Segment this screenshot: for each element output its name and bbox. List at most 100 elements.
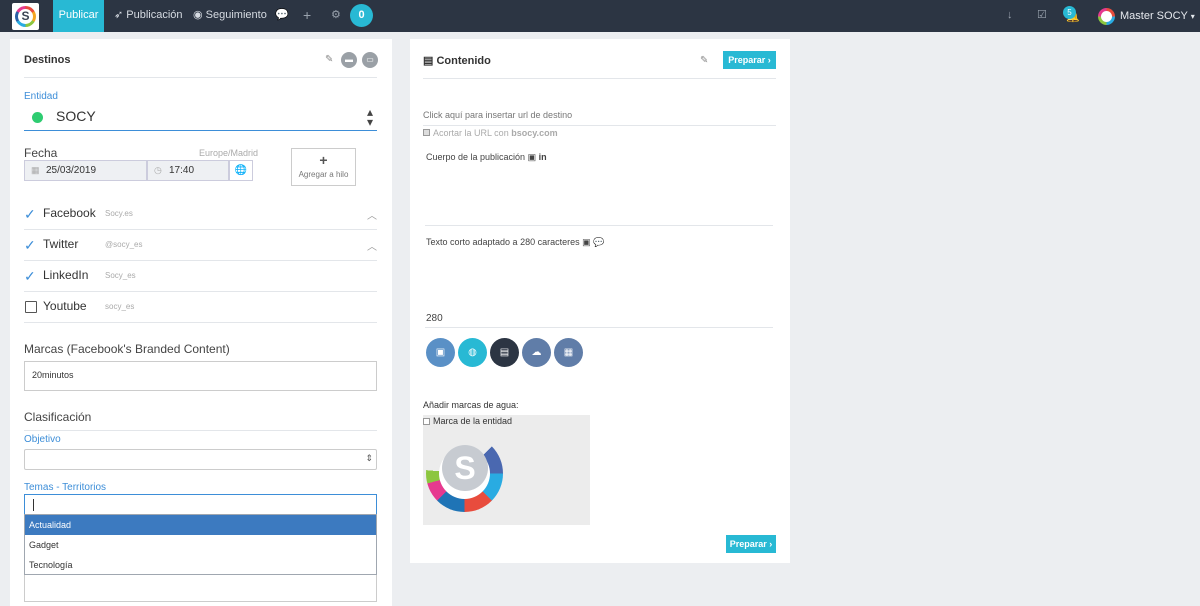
timezone-label: Europe/Madrid — [199, 148, 259, 158]
brands-value: 20minutos — [32, 370, 74, 380]
objective-label: Objetivo — [24, 434, 61, 445]
nav-publication-tab[interactable]: ➶ Publicación — [114, 0, 183, 32]
chevron-up-icon[interactable]: ︿ — [367, 207, 377, 222]
watermark-logo-letter: S — [442, 445, 488, 491]
dropdown-option[interactable]: Tecnología — [25, 555, 376, 575]
gallery-icon[interactable]: ▦ — [554, 338, 583, 367]
user-avatar[interactable] — [1098, 8, 1115, 25]
divider — [423, 78, 776, 79]
document-icon: ▤ — [423, 55, 434, 67]
nav-tracking-tab[interactable]: ◉ Seguimiento — [193, 0, 267, 32]
eraser-icon[interactable]: ✎ — [700, 55, 708, 66]
shorten-text: Acortar la URL con — [433, 128, 509, 138]
prepare-button-bottom[interactable]: Preparar › — [726, 535, 776, 553]
network-handle: @socy_es — [105, 240, 143, 249]
rocket-icon: ➶ — [114, 9, 124, 21]
dropdown-option[interactable]: Gadget — [25, 535, 376, 555]
entity-value: SOCY — [56, 108, 96, 124]
user-name-label: Master SOCY — [1120, 10, 1188, 22]
network-row-twitter[interactable]: ✓ Twitter @socy_es ︿ — [24, 230, 377, 261]
document-image-icon[interactable]: ▤ — [490, 338, 519, 367]
add-to-thread-button[interactable]: + Agregar a hilo — [291, 148, 356, 186]
logo-ring: S — [15, 6, 36, 27]
divider — [24, 77, 377, 78]
network-row-facebook[interactable]: ✓ Facebook Socy.es ︿ — [24, 199, 377, 230]
eraser-icon[interactable]: ✎ — [325, 54, 333, 65]
network-row-youtube[interactable]: Youtube socy_es — [24, 292, 377, 323]
nav-publication-label: Publicación — [126, 9, 183, 21]
nav-publish-tab[interactable]: Publicar — [53, 0, 104, 32]
checkbox-empty[interactable] — [25, 301, 37, 313]
network-handle: Socy.es — [105, 209, 133, 218]
chevron-down-icon: ▾ — [1190, 12, 1195, 21]
top-navbar: S Publicar ➶ Publicación ◉ Seguimiento 💬… — [0, 0, 1200, 32]
divider — [24, 430, 377, 431]
target-icon: ◉ — [193, 9, 203, 21]
brands-input[interactable]: 20minutos — [24, 361, 377, 391]
nav-tracking-label: Seguimiento — [205, 9, 267, 21]
topics-dropdown: Actualidad Gadget Tecnología — [24, 514, 377, 575]
prepare-button-top[interactable]: Preparar › — [723, 51, 776, 69]
destinations-title: Destinos — [24, 54, 71, 66]
watermark-title: Añadir marcas de agua: — [423, 400, 519, 410]
dropdown-option[interactable]: Actualidad — [25, 515, 376, 535]
text-caret — [33, 499, 34, 511]
add-to-thread-label: Agregar a hilo — [298, 170, 349, 179]
body-label-text: Cuerpo de la publicación — [426, 152, 526, 162]
chat-icon[interactable]: 💬 — [275, 0, 289, 32]
url-input[interactable]: Click aquí para insertar url de destino — [423, 110, 572, 120]
time-value: 17:40 — [169, 165, 195, 176]
character-counter: 280 — [426, 313, 443, 324]
avatar-center — [1101, 11, 1112, 22]
check-icon: ✓ — [24, 268, 36, 284]
time-field[interactable]: ◷ 17:40 — [147, 160, 229, 181]
entity-watermark-label: Marca de la entidad — [433, 416, 513, 426]
app-logo[interactable]: S — [12, 3, 39, 30]
date-field[interactable]: ▦ 25/03/2019 — [24, 160, 147, 181]
folder-icon[interactable]: ▬ — [341, 52, 357, 68]
url-underline — [423, 125, 776, 126]
date-label: Fecha — [24, 146, 58, 160]
entity-watermark-checkbox[interactable] — [423, 418, 430, 425]
topics-label: Temas - Territorios — [24, 482, 107, 493]
facebook-icon: ▣ — [527, 152, 537, 162]
body-label: Cuerpo de la publicación ▣ in — [426, 152, 547, 163]
classification-label: Clasificación — [24, 410, 92, 424]
counter-badge[interactable]: 0 — [350, 4, 373, 27]
date-value: 25/03/2019 — [46, 165, 97, 176]
folder-open-icon[interactable]: ▭ — [362, 52, 378, 68]
shorten-domain: bsocy.com — [511, 128, 558, 138]
network-name: LinkedIn — [43, 268, 89, 282]
globe-icon[interactable]: 🌐 — [229, 160, 253, 181]
next-field-box[interactable] — [24, 575, 377, 602]
network-name: Twitter — [43, 237, 79, 251]
sort-arrows-icon: ⇕ — [365, 453, 373, 463]
objective-select[interactable]: ⇕ — [24, 449, 377, 470]
chevron-up-icon[interactable]: ︿ — [367, 238, 377, 253]
checkbox-list-icon[interactable]: ☑ — [1037, 0, 1047, 32]
globe-icon[interactable]: ◍ — [458, 338, 487, 367]
plus-icon[interactable]: + — [303, 0, 311, 32]
twitter-icon: ▣ — [582, 237, 591, 247]
notifications-badge: 5 — [1063, 6, 1076, 19]
entity-status-dot — [32, 112, 43, 123]
shorten-url-label: Acortar la URL con bsocy.com — [433, 128, 558, 138]
gear-icon[interactable]: ⚙ — [331, 0, 341, 32]
download-icon[interactable]: ↓ — [1007, 0, 1013, 32]
linkedin-icon: in — [538, 152, 547, 162]
short-text-label: Texto corto adaptado a 280 caracteres ▣ … — [426, 237, 604, 248]
short-text-underline[interactable] — [425, 327, 773, 328]
entity-select[interactable]: SOCY ▴ ▾ — [24, 104, 377, 131]
check-icon: ✓ — [24, 206, 36, 222]
topics-search-input[interactable] — [24, 494, 377, 515]
shorten-url-checkbox[interactable] — [423, 129, 430, 136]
check-icon: ✓ — [24, 237, 36, 253]
network-name: Youtube — [43, 299, 87, 313]
image-upload-icon[interactable]: ▣ — [426, 338, 455, 367]
network-name: Facebook — [43, 206, 96, 220]
body-textarea-underline[interactable] — [425, 225, 773, 226]
content-title-text: Contenido — [436, 55, 491, 67]
cloud-icon[interactable]: ☁ — [522, 338, 551, 367]
network-row-linkedin[interactable]: ✓ LinkedIn Socy_es — [24, 261, 377, 292]
user-name-menu[interactable]: Master SOCY ▾ — [1120, 0, 1195, 32]
